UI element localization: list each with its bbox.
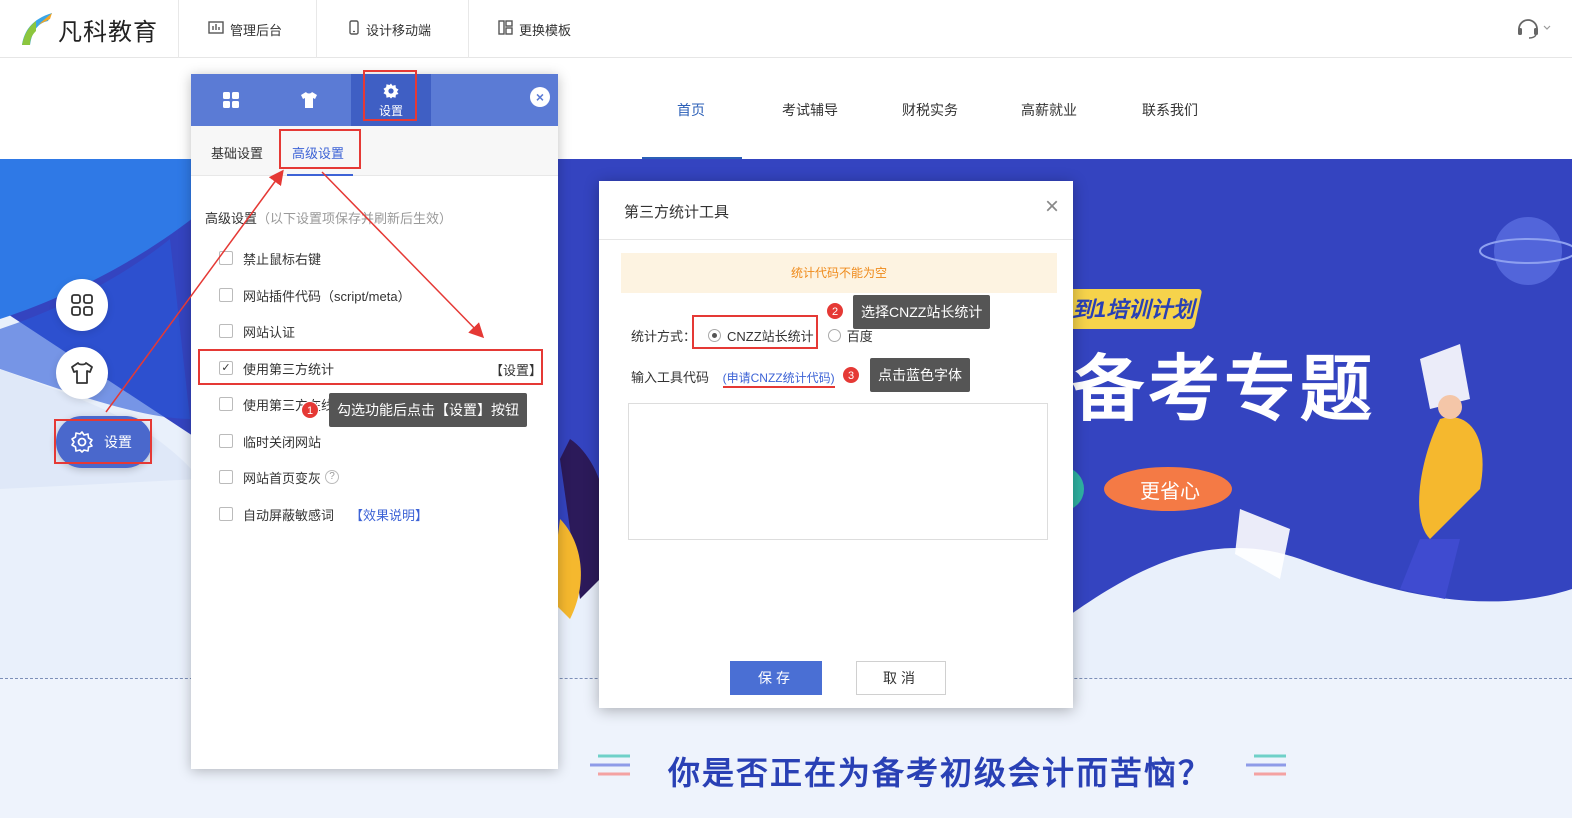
radio-baidu[interactable] (827, 329, 841, 342)
callout-step-2: 选择CNZZ站长统计 (853, 295, 991, 329)
callout-step-1: 勾选功能后点击【设置】按钮 (329, 393, 527, 427)
save-button[interactable]: 保存 (730, 661, 822, 695)
highlight-box (692, 315, 818, 349)
stats-method-label: 统计方式： (631, 329, 697, 344)
third-party-stats-dialog: 第三方统计工具 × 统计代码不能为空 统计方式： CNZZ站长统计 百度 输入工… (599, 181, 1073, 708)
tool-code-label: 输入工具代码 (631, 370, 710, 385)
step-badge-1: 1 (301, 401, 319, 419)
warning-banner: 统计代码不能为空 (621, 253, 1057, 293)
step-badge-3: 3 (842, 366, 860, 384)
dialog-title: 第三方统计工具 (624, 204, 730, 221)
dialog-divider (599, 239, 1073, 240)
callout-step-3: 点击蓝色字体 (870, 358, 970, 392)
tool-code-textarea[interactable] (628, 403, 1048, 540)
close-icon[interactable]: × (1045, 195, 1059, 219)
tool-code-row: 输入工具代码 (申请CNZZ统计代码) (631, 367, 835, 388)
apply-cnzz-link[interactable]: (申请CNZZ统计代码) (722, 371, 835, 388)
step-badge-2: 2 (826, 302, 844, 320)
cancel-button[interactable]: 取消 (856, 661, 946, 695)
